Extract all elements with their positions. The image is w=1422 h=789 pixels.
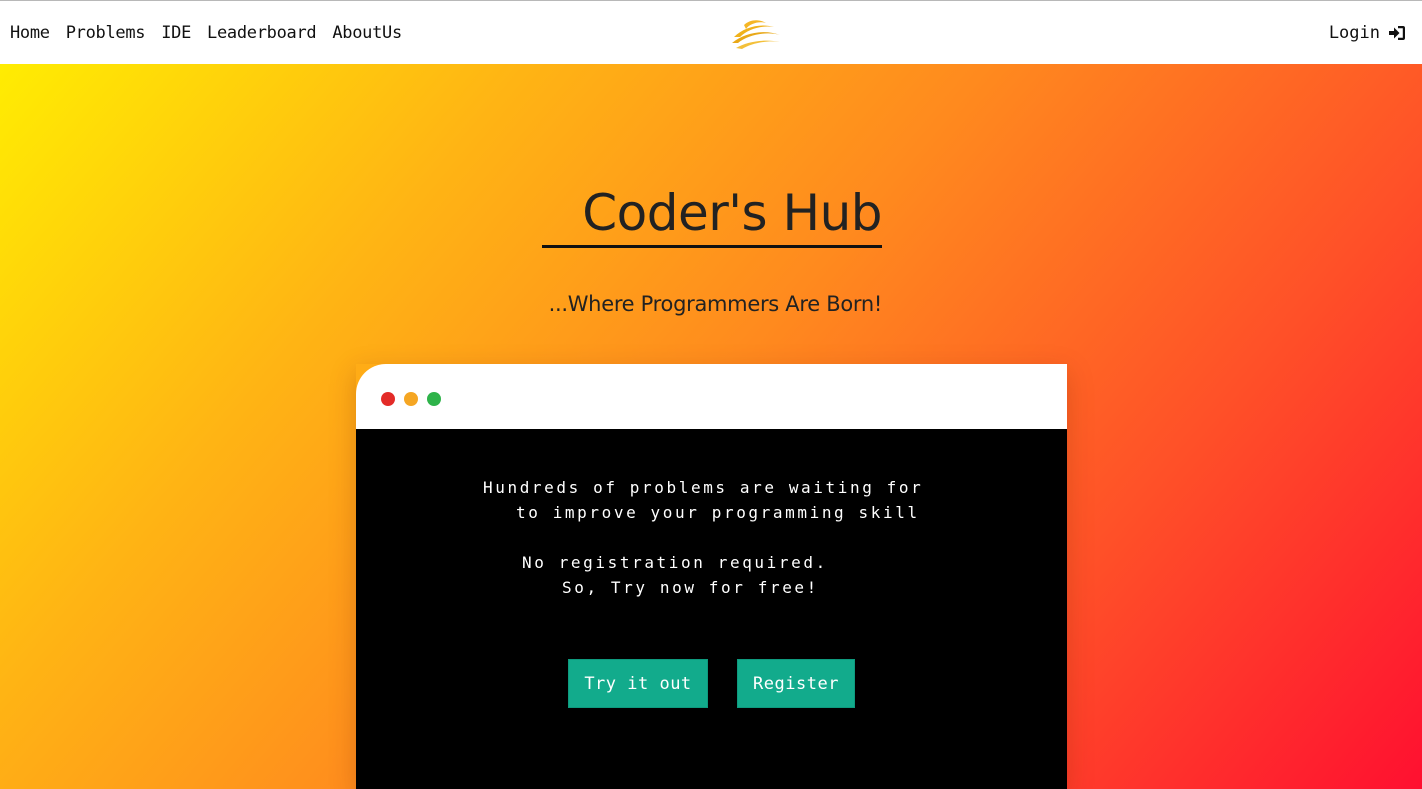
swoosh-logo-icon[interactable] [730,15,782,51]
terminal-window: Hundreds of problems are waiting for to … [356,364,1067,789]
close-dot-icon [381,392,395,406]
nav-problems[interactable]: Problems [66,23,146,43]
nav-home[interactable]: Home [10,23,50,43]
title-underline [542,245,882,248]
nav-links: Home Problems IDE Leaderboard AboutUs [10,1,402,65]
nav-ide[interactable]: IDE [161,23,191,43]
login-label: Login [1328,23,1380,43]
terminal-line-1: Hundreds of problems are waiting for [483,478,924,497]
sign-in-icon [1388,25,1406,41]
login-button[interactable]: Login [1329,1,1406,65]
terminal-body: Hundreds of problems are waiting for to … [356,429,1067,789]
terminal-header [356,364,1067,429]
terminal-line-2: to improve your programming skill [516,503,920,522]
maximize-dot-icon [427,392,441,406]
register-button[interactable]: Register [737,659,855,708]
minimize-dot-icon [404,392,418,406]
try-it-out-button[interactable]: Try it out [568,659,708,708]
navbar: Home Problems IDE Leaderboard AboutUs Lo… [0,0,1422,64]
nav-leaderboard[interactable]: Leaderboard [207,23,317,43]
terminal-line-4: So, Try now for free! [562,578,819,597]
hero-subtitle: ...Where Programmers Are Born! [548,292,883,316]
terminal-line-3: No registration required. [522,553,828,572]
nav-aboutus[interactable]: AboutUs [332,23,402,43]
page-title: Coder's Hub [582,184,882,242]
